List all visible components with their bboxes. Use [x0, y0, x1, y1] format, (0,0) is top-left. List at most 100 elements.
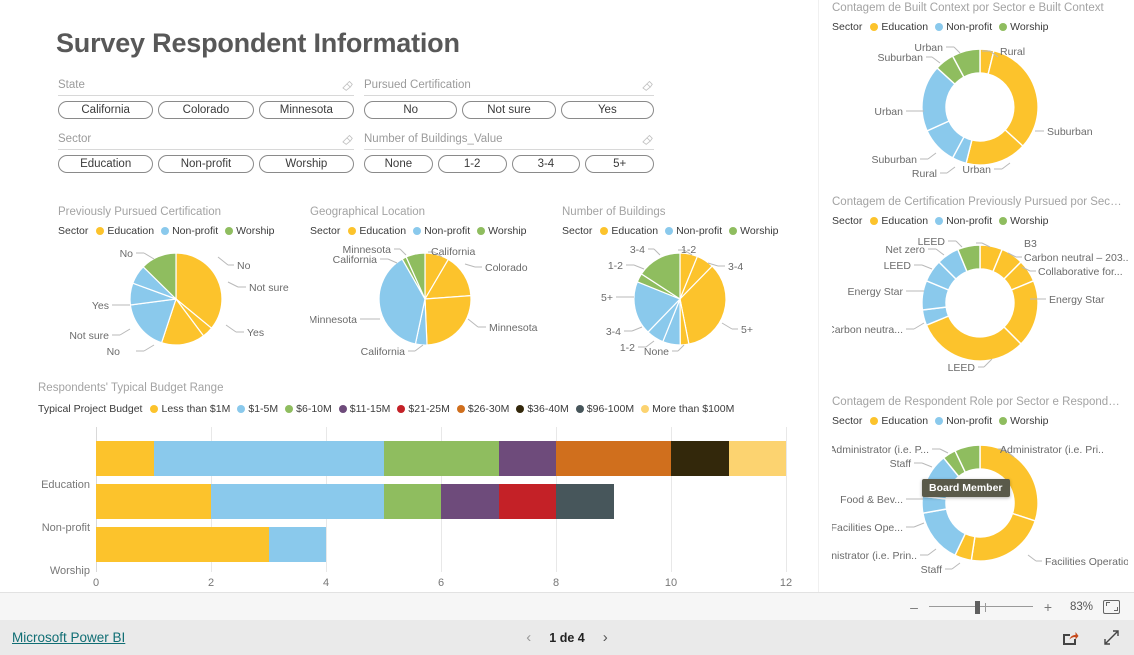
legend-item-non-profit[interactable]: Non-profit: [935, 21, 992, 33]
visual-respondent-role-by-sector[interactable]: Contagem de Respondent Role por Sector e…: [807, 396, 1134, 579]
bar-segment-6-10m[interactable]: [383, 441, 499, 476]
table-row[interactable]: [96, 441, 786, 476]
eraser-icon[interactable]: [340, 133, 354, 146]
svg-text:Yes: Yes: [92, 300, 109, 312]
legend-item-26-30m[interactable]: $26-30M: [456, 403, 509, 415]
visual-previously-pursued-certification[interactable]: Previously Pursued Certification Sector …: [58, 206, 308, 358]
bar-segment-96-100m[interactable]: [556, 484, 614, 519]
svg-text:Administrator (i.e. Prin..: Administrator (i.e. Prin..: [832, 550, 917, 562]
legend-item-worship[interactable]: Worship: [999, 415, 1049, 427]
eraser-icon[interactable]: [640, 133, 654, 146]
bar-segment-1-5m[interactable]: [153, 441, 384, 476]
bar-category-label-non-profit: Non-profit: [41, 522, 90, 534]
zoom-out-button[interactable]: –: [909, 599, 919, 615]
legend-swatch: [456, 405, 465, 413]
bar-segment-26-30m[interactable]: [556, 441, 671, 476]
bar-segment-1-5m[interactable]: [268, 527, 326, 562]
legend-item-6-10m[interactable]: $6-10M: [285, 403, 332, 415]
donut-chart-respondent-role[interactable]: Administrator (i.e. Pri.. Facilities Ope…: [807, 427, 1134, 579]
legend-item-worship[interactable]: Worship: [729, 225, 779, 237]
bar-segment-21-25m[interactable]: [498, 484, 556, 519]
fit-to-page-icon[interactable]: [1103, 599, 1120, 614]
bar-segment-more-than-100m[interactable]: [728, 441, 786, 476]
slicer-cert-option-yes[interactable]: Yes: [560, 101, 654, 119]
bar-category-label-education: Education: [41, 479, 90, 491]
legend-item-education[interactable]: Education: [348, 225, 406, 237]
donut-chart-built-context[interactable]: Rural Suburban Urban Rural Suburban Urba…: [832, 33, 1128, 181]
table-row[interactable]: [96, 527, 786, 562]
table-row[interactable]: [96, 484, 786, 519]
visual-geographical-location[interactable]: Geographical Location Sector Education N…: [309, 206, 560, 358]
legend-swatch-education: [600, 227, 609, 235]
legend-item-education[interactable]: Education: [96, 225, 154, 237]
slicer-buildings-option-5-plus[interactable]: 5+: [585, 155, 654, 173]
bar-segment-less-than-1m[interactable]: [96, 441, 154, 476]
legend-item-non-profit[interactable]: Non-profit: [935, 215, 992, 227]
legend-item-1-5m[interactable]: $1-5M: [237, 403, 278, 415]
slicer-buildings-option-1-2[interactable]: 1-2: [437, 155, 507, 173]
slicer-state-option-colorado[interactable]: Colorado: [158, 101, 254, 119]
visual-certification-previously-pursued[interactable]: Contagem de Certification Previously Pur…: [827, 196, 1131, 379]
legend-swatch-education: [96, 227, 105, 235]
zoom-slider[interactable]: [929, 600, 1033, 614]
slicer-cert-option-not-sure[interactable]: Not sure: [462, 101, 556, 119]
chevron-right-icon[interactable]: ›: [603, 629, 608, 646]
slicer-buildings-option-none[interactable]: None: [364, 155, 433, 173]
legend-item-96-100m[interactable]: $96-100M: [575, 403, 634, 415]
bar-segment-less-than-1m[interactable]: [96, 484, 211, 519]
bar-segment-36-40m[interactable]: [671, 441, 729, 476]
visual-number-of-buildings[interactable]: Number of Buildings Sector Education Non…: [562, 206, 814, 358]
zoom-slider-thumb[interactable]: [975, 600, 980, 614]
chevron-left-icon[interactable]: ‹: [526, 629, 531, 646]
legend-item-worship[interactable]: Worship: [999, 21, 1049, 33]
legend-item-less-than-1m[interactable]: Less than $1M: [150, 403, 230, 415]
pie-chart-geographical-location[interactable]: California Colorado Minnesota California…: [309, 237, 560, 358]
legend-item-non-profit[interactable]: Non-profit: [161, 225, 218, 237]
slicer-sector-option-education[interactable]: Education: [58, 155, 154, 173]
zoom-in-button[interactable]: +: [1043, 599, 1053, 615]
donut-chart-certification-previously-pursued[interactable]: B3 Carbon neutral – 203... Collaborative…: [827, 227, 1131, 379]
slicer-state-option-minnesota[interactable]: Minnesota: [258, 101, 354, 119]
legend-item-36-40m[interactable]: $36-40M: [516, 403, 569, 415]
legend-item-education[interactable]: Education: [870, 21, 928, 33]
legend-title: Typical Project Budget: [38, 403, 143, 415]
legend-item-worship[interactable]: Worship: [225, 225, 275, 237]
pie-chart-number-of-buildings[interactable]: 3-4 1-2 5+ None 1-2 3-4 5+ 1-2 3-4: [562, 237, 814, 358]
bar-segment-6-10m[interactable]: [383, 484, 441, 519]
legend-item-non-profit[interactable]: Non-profit: [665, 225, 722, 237]
bar-segment-1-5m[interactable]: [211, 484, 384, 519]
bar-segment-11-15m[interactable]: [441, 484, 499, 519]
bar-segment-11-15m[interactable]: [498, 441, 556, 476]
legend-item-non-profit[interactable]: Non-profit: [413, 225, 470, 237]
power-bi-brand-link[interactable]: Microsoft Power BI: [12, 630, 125, 645]
legend-item-21-25m[interactable]: $21-25M: [397, 403, 450, 415]
svg-text:3-4: 3-4: [606, 326, 621, 338]
fullscreen-icon[interactable]: [1103, 629, 1120, 646]
pie-chart-previously-pursued-certification[interactable]: No Not sure Yes No Not sure Yes No: [58, 237, 308, 358]
legend-item-education[interactable]: Education: [870, 215, 928, 227]
slicer-sector-title: Sector: [58, 133, 92, 145]
svg-text:California: California: [431, 246, 476, 258]
legend-item-worship[interactable]: Worship: [999, 215, 1049, 227]
slicer-state-option-california[interactable]: California: [58, 101, 154, 119]
bar-segment-less-than-1m[interactable]: [96, 527, 269, 562]
legend-item-11-15m[interactable]: $11-15M: [338, 403, 390, 415]
slicer-number-of-buildings: Number of Buildings_Value None 1-2 3-4 5…: [364, 133, 654, 173]
legend-item-more-than-100m[interactable]: More than $100M: [641, 403, 734, 415]
sector-legend: Sector Education Non-profit Worship: [832, 215, 1128, 227]
legend-item-education[interactable]: Education: [870, 415, 928, 427]
eraser-icon[interactable]: [640, 79, 654, 92]
share-icon[interactable]: [1061, 630, 1079, 646]
slicer-sector-option-worship[interactable]: Worship: [258, 155, 354, 173]
legend-item-non-profit[interactable]: Non-profit: [935, 415, 992, 427]
legend-item-education[interactable]: Education: [600, 225, 658, 237]
legend-swatch-non-profit: [665, 227, 674, 235]
slicer-sector-option-non-profit[interactable]: Non-profit: [158, 155, 254, 173]
legend-item-worship[interactable]: Worship: [477, 225, 527, 237]
eraser-icon[interactable]: [340, 79, 354, 92]
svg-text:1-2: 1-2: [681, 244, 696, 256]
slicer-buildings-option-3-4[interactable]: 3-4: [511, 155, 581, 173]
slicer-cert-option-no[interactable]: No: [364, 101, 458, 119]
visual-built-context-by-sector[interactable]: Contagem de Built Context por Sector e B…: [832, 2, 1128, 181]
visual-respondents-typical-budget-range[interactable]: Respondents' Typical Budget Range Typica…: [38, 382, 810, 592]
